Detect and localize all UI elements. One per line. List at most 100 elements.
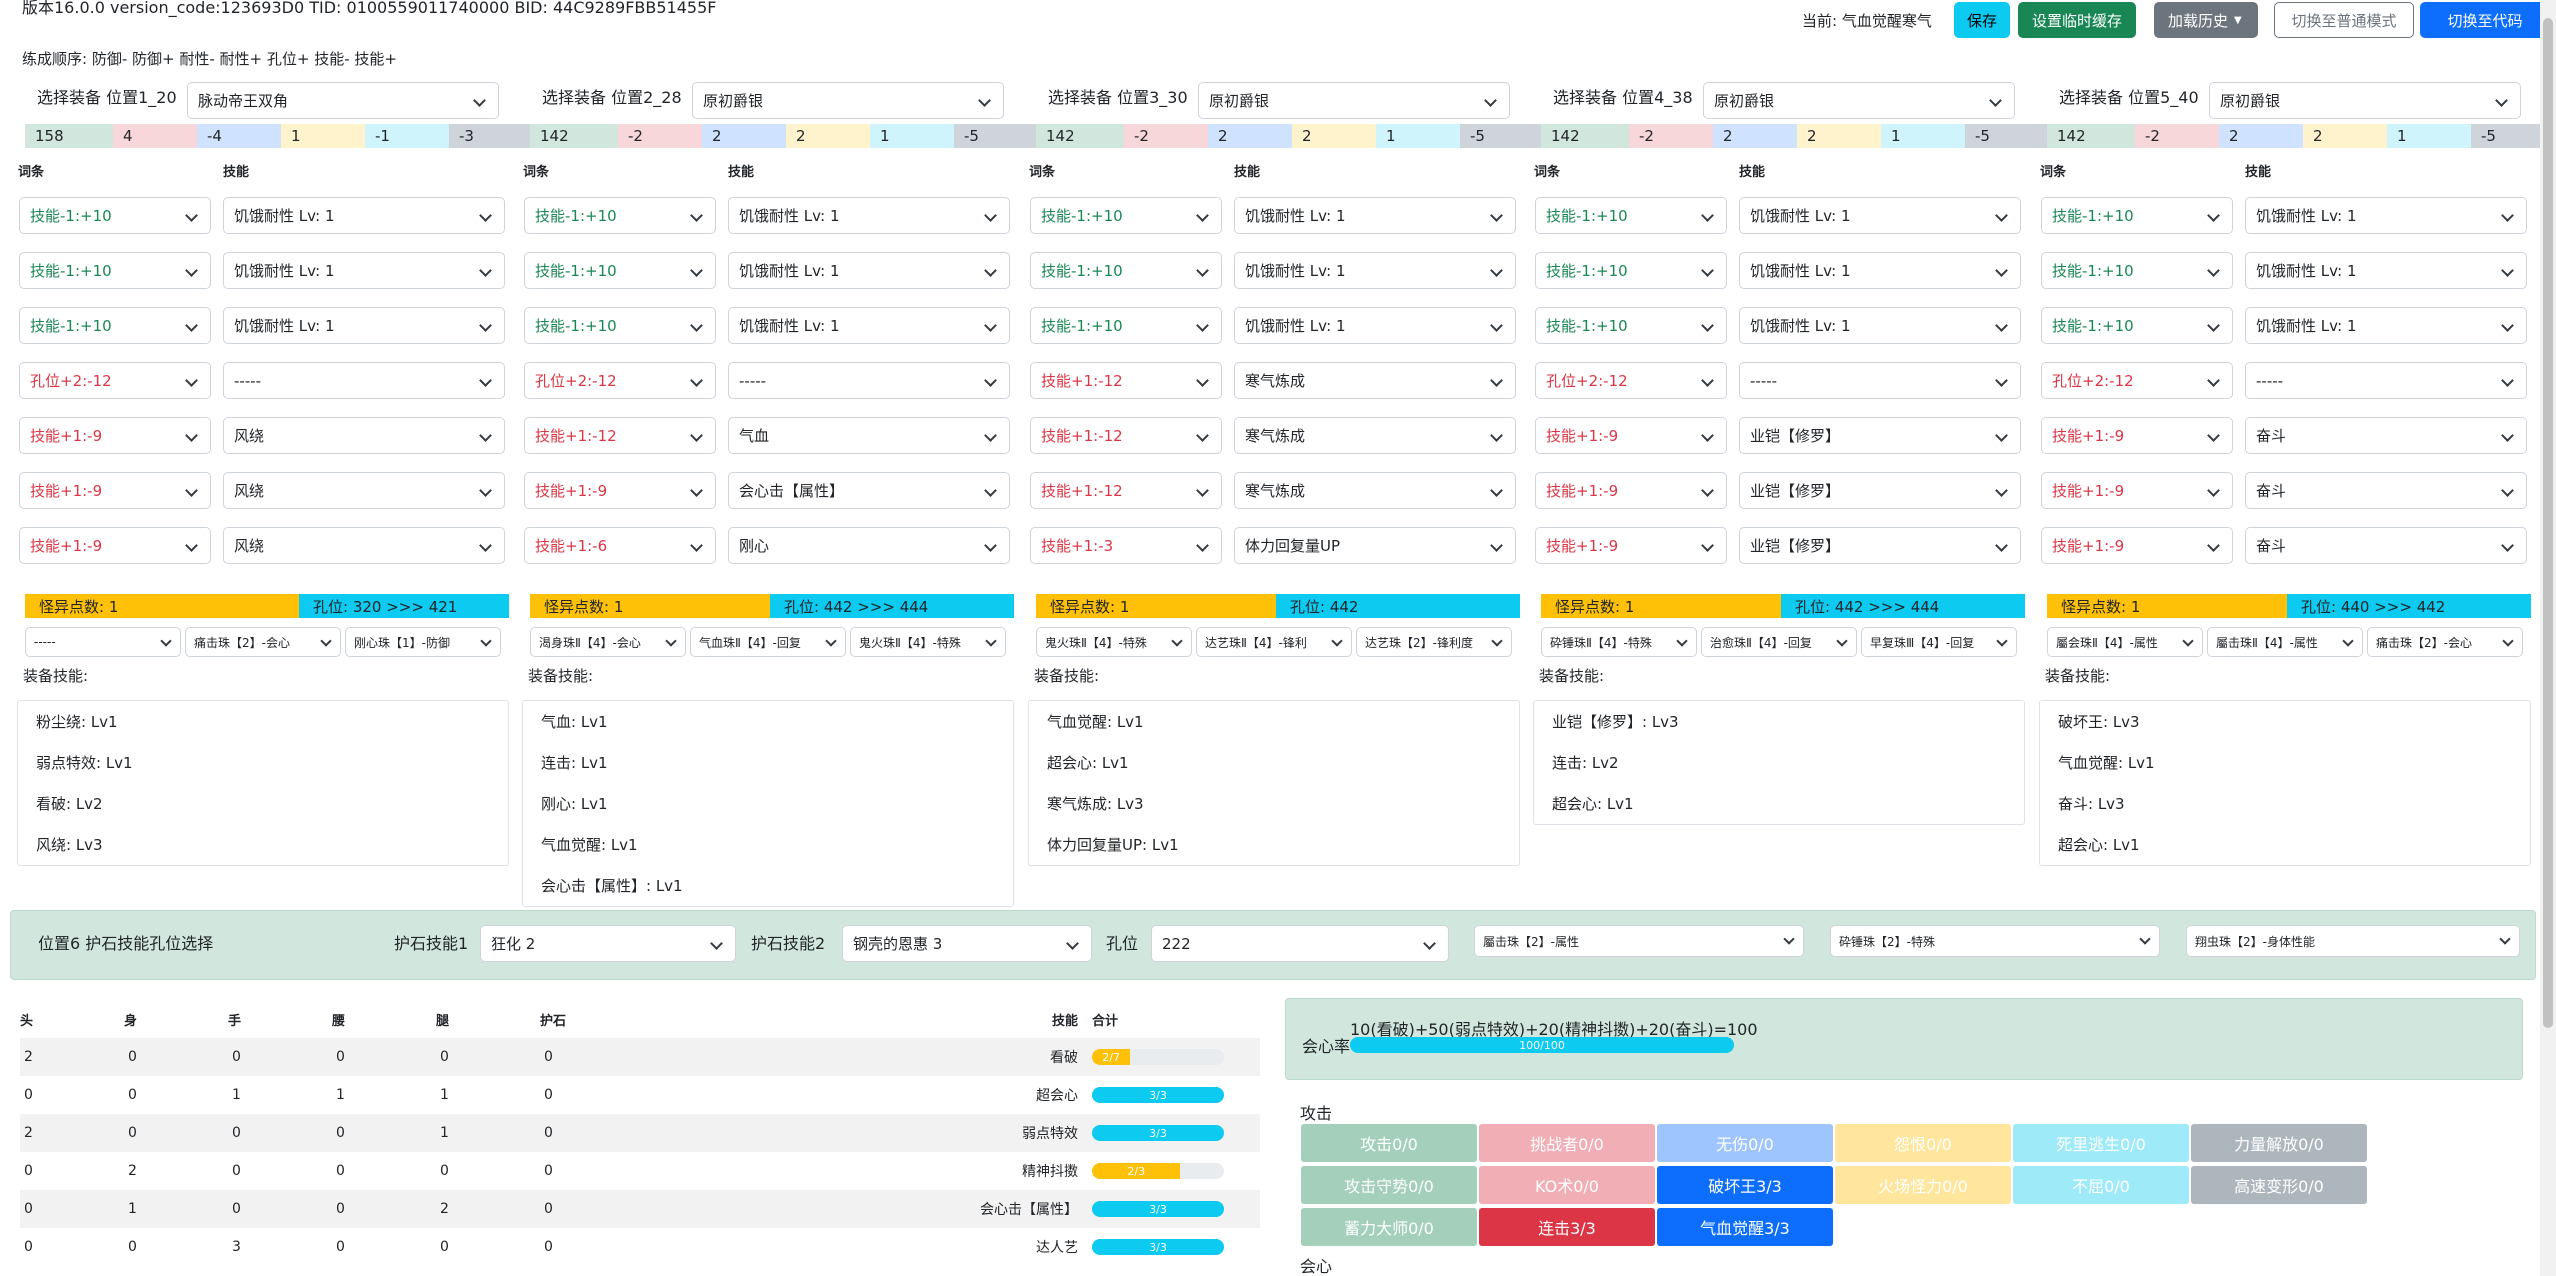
jewel-select[interactable]: ----- — [25, 627, 181, 657]
skill-select[interactable]: 饥饿耐性 Lv: 1 — [1739, 307, 2021, 344]
save-button[interactable]: 保存 — [1954, 2, 2010, 38]
attack-skill-badge[interactable]: 气血觉醒3/3 — [1657, 1208, 1833, 1246]
attack-skill-badge[interactable]: 火场怪力0/0 — [1835, 1166, 2011, 1204]
skill-select[interactable]: 风绕 — [223, 417, 505, 454]
affix-select[interactable]: 技能+1:-9 — [19, 472, 211, 509]
affix-select[interactable]: 技能-1:+10 — [19, 307, 211, 344]
equip-select[interactable]: 原初爵银 — [2209, 82, 2521, 119]
jewel-select[interactable]: 早复珠Ⅲ【4】-回复 — [1861, 627, 2017, 657]
attack-skill-badge[interactable]: 挑战者0/0 — [1479, 1124, 1655, 1162]
affix-select[interactable]: 技能-1:+10 — [2041, 252, 2233, 289]
skill-select[interactable]: 业铠【修罗】 — [1739, 417, 2021, 454]
skill-select[interactable]: 业铠【修罗】 — [1739, 472, 2021, 509]
affix-select[interactable]: 技能-1:+10 — [1030, 307, 1222, 344]
jewel-select[interactable]: 屬会珠Ⅱ【4】-属性 — [2047, 627, 2203, 657]
affix-select[interactable]: 技能+1:-9 — [19, 417, 211, 454]
scrollbar-thumb[interactable] — [2543, 18, 2553, 1028]
attack-skill-badge[interactable]: 高速变形0/0 — [2191, 1166, 2367, 1204]
code-mode-button[interactable]: 切换至代码 — [2420, 2, 2550, 38]
attack-skill-badge[interactable]: 力量解放0/0 — [2191, 1124, 2367, 1162]
attack-skill-badge[interactable]: 破坏王3/3 — [1657, 1166, 1833, 1204]
jewel-select[interactable]: 痛击珠【2】-会心 — [2367, 627, 2523, 657]
affix-select[interactable]: 技能-1:+10 — [524, 252, 716, 289]
jewel-select[interactable]: 刚心珠【1】-防御 — [345, 627, 501, 657]
affix-select[interactable]: 孔位+2:-12 — [524, 362, 716, 399]
attack-skill-badge[interactable]: 不屈0/0 — [2013, 1166, 2189, 1204]
skill-select[interactable]: 饥饿耐性 Lv: 1 — [728, 252, 1010, 289]
affix-select[interactable]: 技能+1:-9 — [1535, 472, 1727, 509]
skill-select[interactable]: 奋斗 — [2245, 417, 2527, 454]
skill-select[interactable]: 风绕 — [223, 527, 505, 564]
skill-select[interactable]: 饥饿耐性 Lv: 1 — [728, 197, 1010, 234]
normal-mode-button[interactable]: 切换至普通模式 — [2274, 2, 2414, 38]
skill-select[interactable]: 气血 — [728, 417, 1010, 454]
skill-select[interactable]: ----- — [1739, 362, 2021, 399]
talisman-skill1-select[interactable]: 狂化 2 — [480, 925, 736, 962]
affix-select[interactable]: 技能-1:+10 — [2041, 307, 2233, 344]
skill-select[interactable]: 寒气炼成 — [1234, 362, 1516, 399]
skill-select[interactable]: 寒气炼成 — [1234, 472, 1516, 509]
affix-select[interactable]: 技能-1:+10 — [1030, 252, 1222, 289]
affix-select[interactable]: 技能+1:-12 — [1030, 417, 1222, 454]
affix-select[interactable]: 技能-1:+10 — [1030, 197, 1222, 234]
attack-skill-badge[interactable]: 无伤0/0 — [1657, 1124, 1833, 1162]
affix-select[interactable]: 技能-1:+10 — [1535, 197, 1727, 234]
skill-select[interactable]: 饥饿耐性 Lv: 1 — [728, 307, 1010, 344]
affix-select[interactable]: 技能-1:+10 — [2041, 197, 2233, 234]
skill-select[interactable]: 饥饿耐性 Lv: 1 — [223, 252, 505, 289]
skill-select[interactable]: 奋斗 — [2245, 472, 2527, 509]
affix-select[interactable]: 技能+1:-3 — [1030, 527, 1222, 564]
skill-select[interactable]: ----- — [2245, 362, 2527, 399]
affix-select[interactable]: 孔位+2:-12 — [19, 362, 211, 399]
jewel-select[interactable]: 气血珠Ⅱ【4】-回复 — [690, 627, 846, 657]
equip-select[interactable]: 原初爵银 — [1198, 82, 1510, 119]
skill-select[interactable]: 饥饿耐性 Lv: 1 — [1234, 307, 1516, 344]
affix-select[interactable]: 技能-1:+10 — [1535, 307, 1727, 344]
skill-select[interactable]: 刚心 — [728, 527, 1010, 564]
attack-skill-badge[interactable]: 怨恨0/0 — [1835, 1124, 2011, 1162]
affix-select[interactable]: 技能+1:-9 — [19, 527, 211, 564]
affix-select[interactable]: 技能+1:-9 — [2041, 472, 2233, 509]
attack-skill-badge[interactable]: 死里逃生0/0 — [2013, 1124, 2189, 1162]
affix-select[interactable]: 技能-1:+10 — [524, 307, 716, 344]
skill-select[interactable]: 业铠【修罗】 — [1739, 527, 2021, 564]
affix-select[interactable]: 技能+1:-12 — [1030, 362, 1222, 399]
jewel-select[interactable]: 屬击珠Ⅱ【4】-属性 — [2207, 627, 2363, 657]
affix-select[interactable]: 技能+1:-9 — [2041, 527, 2233, 564]
attack-skill-badge[interactable]: KO术0/0 — [1479, 1166, 1655, 1204]
affix-select[interactable]: 孔位+2:-12 — [1535, 362, 1727, 399]
jewel-select[interactable]: 鬼火珠Ⅱ【4】-特殊 — [1036, 627, 1192, 657]
skill-select[interactable]: 饥饿耐性 Lv: 1 — [1234, 197, 1516, 234]
jewel-select[interactable]: 达艺珠Ⅱ【4】-锋利 — [1196, 627, 1352, 657]
jewel-select[interactable]: 治愈珠Ⅱ【4】-回复 — [1701, 627, 1857, 657]
talisman-skill2-select[interactable]: 钢壳的恩惠 3 — [842, 925, 1092, 962]
skill-select[interactable]: 会心击【属性】 — [728, 472, 1010, 509]
skill-select[interactable]: ----- — [728, 362, 1010, 399]
attack-skill-badge[interactable]: 蓄力大师0/0 — [1301, 1208, 1477, 1246]
affix-select[interactable]: 技能-1:+10 — [524, 197, 716, 234]
jewel-select[interactable]: 痛击珠【2】-会心 — [185, 627, 341, 657]
skill-select[interactable]: ----- — [223, 362, 505, 399]
equip-select[interactable]: 原初爵银 — [692, 82, 1004, 119]
scrollbar-track[interactable] — [2540, 0, 2556, 1276]
talisman-jewel-select-1[interactable]: 屬击珠【2】-属性 — [1474, 925, 1804, 957]
affix-select[interactable]: 技能-1:+10 — [1535, 252, 1727, 289]
skill-select[interactable]: 饥饿耐性 Lv: 1 — [1739, 252, 2021, 289]
skill-select[interactable]: 饥饿耐性 Lv: 1 — [1739, 197, 2021, 234]
affix-select[interactable]: 技能+1:-12 — [524, 417, 716, 454]
talisman-slot-select[interactable]: 222 — [1151, 925, 1449, 962]
affix-select[interactable]: 技能+1:-9 — [2041, 417, 2233, 454]
talisman-jewel-select-2[interactable]: 砕锤珠【2】-特殊 — [1830, 925, 2160, 957]
equip-select[interactable]: 脉动帝王双角 — [187, 82, 499, 119]
jewel-select[interactable]: 砕锤珠Ⅱ【4】-特殊 — [1541, 627, 1697, 657]
skill-select[interactable]: 饥饿耐性 Lv: 1 — [2245, 307, 2527, 344]
attack-skill-badge[interactable]: 连击3/3 — [1479, 1208, 1655, 1246]
affix-select[interactable]: 孔位+2:-12 — [2041, 362, 2233, 399]
affix-select[interactable]: 技能+1:-9 — [1535, 417, 1727, 454]
skill-select[interactable]: 寒气炼成 — [1234, 417, 1516, 454]
equip-select[interactable]: 原初爵银 — [1703, 82, 2015, 119]
affix-select[interactable]: 技能+1:-9 — [524, 472, 716, 509]
affix-select[interactable]: 技能+1:-9 — [1535, 527, 1727, 564]
temp-cache-button[interactable]: 设置临时缓存 — [2018, 2, 2136, 38]
jewel-select[interactable]: 鬼火珠Ⅱ【4】-特殊 — [850, 627, 1006, 657]
